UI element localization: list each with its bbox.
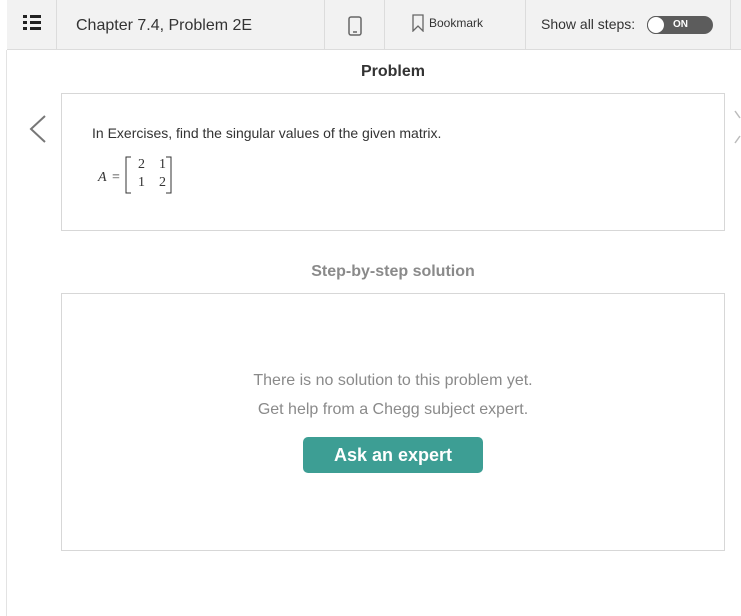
solution-card: There is no solution to this problem yet… [61,293,725,551]
top-toolbar: Chapter 7.4, Problem 2E Bookmark Show al… [7,0,741,50]
bookmark-label: Bookmark [429,16,484,30]
equals-sign: = [112,170,120,185]
show-steps-toggle[interactable]: ON [647,16,713,34]
show-steps-label: Show all steps: [541,16,636,32]
mobile-phone-icon [348,16,362,36]
toggle-state-text: ON [673,19,688,30]
mobile-view-button[interactable] [325,0,385,50]
menu-button[interactable] [7,0,57,50]
toggle-knob [647,16,665,34]
bookmark-button[interactable]: Bookmark [385,0,526,50]
no-solution-message: There is no solution to this problem yet… [253,372,533,389]
show-steps-control: Show all steps: ON [526,0,731,50]
ask-expert-button[interactable]: Ask an expert [303,437,483,473]
chapter-title-area: Chapter 7.4, Problem 2E [57,0,325,50]
problem-card: In Exercises, find the singular values o… [61,93,725,231]
expert-help-message: Get help from a Chegg subject expert. [257,401,529,418]
matrix-variable: A [98,170,107,185]
bookmark-icon [412,14,424,32]
problem-statement: In Exercises, find the singular values o… [92,125,442,141]
matrix-brackets [125,156,172,194]
problem-heading: Problem [360,63,425,80]
solution-heading: Step-by-step solution [311,263,475,280]
left-divider [6,50,7,616]
chevron-right-icon[interactable] [734,110,741,144]
chapter-title: Chapter 7.4, Problem 2E [76,17,253,34]
matrix-cell: 1 [138,175,145,190]
chevron-left-icon[interactable] [28,115,48,143]
matrix-cell: 2 [159,175,166,190]
matrix-cell: 1 [159,157,166,172]
matrix-cell: 2 [138,157,145,172]
